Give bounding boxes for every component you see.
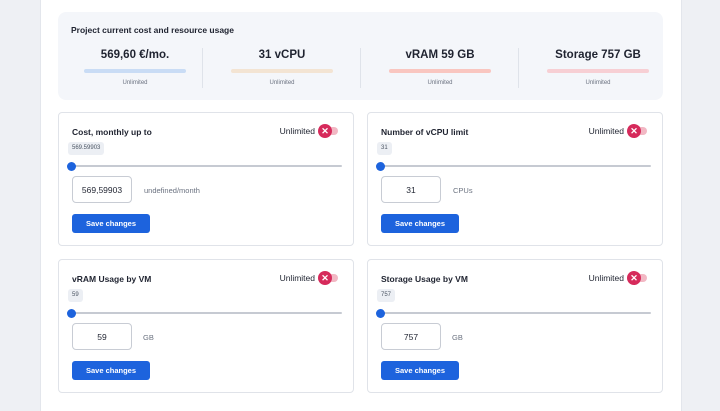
unlimited-toggle[interactable]: ✕ bbox=[318, 124, 339, 138]
slider-thumb[interactable] bbox=[376, 309, 385, 318]
stat-vram-bar bbox=[389, 69, 491, 73]
stat-cost: 569,60 €/mo. Unlimited bbox=[70, 48, 200, 86]
unlimited-label: Unlimited bbox=[588, 273, 624, 283]
stat-cost-bar bbox=[84, 69, 186, 73]
slider-value-chip: 569.59903 bbox=[68, 142, 105, 155]
stat-storage-limit: Unlimited bbox=[585, 80, 611, 86]
stat-cost-value: 569,60 €/mo. bbox=[100, 49, 170, 61]
cost-limit-input[interactable] bbox=[72, 176, 132, 203]
stat-vram-value: vRAM 59 GB bbox=[405, 49, 475, 61]
slider-track[interactable] bbox=[72, 165, 342, 167]
save-changes-button[interactable]: Save changes bbox=[381, 214, 459, 233]
stat-vram: vRAM 59 GB Unlimited bbox=[375, 48, 505, 86]
summary-title: Project current cost and resource usage bbox=[71, 25, 234, 35]
unlimited-toggle[interactable]: ✕ bbox=[318, 271, 339, 285]
stat-vcpu-value: 31 vCPU bbox=[258, 49, 306, 61]
stat-divider bbox=[202, 48, 203, 88]
slider-thumb[interactable] bbox=[67, 309, 76, 318]
slider-thumb[interactable] bbox=[376, 162, 385, 171]
stat-vram-limit: Unlimited bbox=[427, 80, 453, 86]
close-x-icon: ✕ bbox=[627, 124, 641, 138]
vcpu-limit-input[interactable] bbox=[381, 176, 441, 203]
slider-thumb[interactable] bbox=[67, 162, 76, 171]
card-title: Number of vCPU limit bbox=[381, 127, 469, 137]
card-title: Cost, monthly up to bbox=[72, 127, 152, 137]
close-x-icon: ✕ bbox=[318, 271, 332, 285]
unit-label: undefined/month bbox=[144, 186, 200, 195]
unlimited-toggle[interactable]: ✕ bbox=[627, 271, 648, 285]
stat-divider bbox=[518, 48, 519, 88]
slider-track[interactable] bbox=[72, 312, 342, 314]
cost-limit-card: Cost, monthly up to Unlimited ✕ 569.5990… bbox=[58, 112, 354, 246]
vcpu-limit-card: Number of vCPU limit Unlimited ✕ 31 CPUs… bbox=[367, 112, 663, 246]
slider-track[interactable] bbox=[381, 165, 651, 167]
stat-storage-value: Storage 757 GB bbox=[555, 49, 641, 61]
slider-value-chip: 31 bbox=[377, 142, 392, 155]
unlimited-label: Unlimited bbox=[279, 273, 315, 283]
save-changes-button[interactable]: Save changes bbox=[381, 361, 459, 380]
slider-value-chip: 757 bbox=[377, 289, 396, 302]
slider-track[interactable] bbox=[381, 312, 651, 314]
save-changes-button[interactable]: Save changes bbox=[72, 214, 150, 233]
close-x-icon: ✕ bbox=[627, 271, 641, 285]
unit-label: GB bbox=[143, 333, 154, 342]
unlimited-toggle[interactable]: ✕ bbox=[627, 124, 648, 138]
card-title: vRAM Usage by VM bbox=[72, 274, 152, 284]
stat-vcpu-limit: Unlimited bbox=[269, 80, 295, 86]
storage-limit-input[interactable] bbox=[381, 323, 441, 350]
unit-label: GB bbox=[452, 333, 463, 342]
unit-label: CPUs bbox=[453, 186, 473, 195]
slider-value-chip: 59 bbox=[68, 289, 83, 302]
card-title: Storage Usage by VM bbox=[381, 274, 468, 284]
stat-divider bbox=[360, 48, 361, 88]
unlimited-label: Unlimited bbox=[279, 126, 315, 136]
stat-storage-bar bbox=[547, 69, 649, 73]
stat-cost-limit: Unlimited bbox=[122, 80, 148, 86]
stat-storage: Storage 757 GB Unlimited bbox=[533, 48, 663, 86]
storage-limit-card: Storage Usage by VM Unlimited ✕ 757 GB S… bbox=[367, 259, 663, 393]
usage-summary-panel: Project current cost and resource usage … bbox=[58, 12, 663, 100]
close-x-icon: ✕ bbox=[318, 124, 332, 138]
save-changes-button[interactable]: Save changes bbox=[72, 361, 150, 380]
stat-vcpu: 31 vCPU Unlimited bbox=[217, 48, 347, 86]
stat-vcpu-bar bbox=[231, 69, 333, 73]
vram-limit-card: vRAM Usage by VM Unlimited ✕ 59 GB Save … bbox=[58, 259, 354, 393]
vram-limit-input[interactable] bbox=[72, 323, 132, 350]
unlimited-label: Unlimited bbox=[588, 126, 624, 136]
